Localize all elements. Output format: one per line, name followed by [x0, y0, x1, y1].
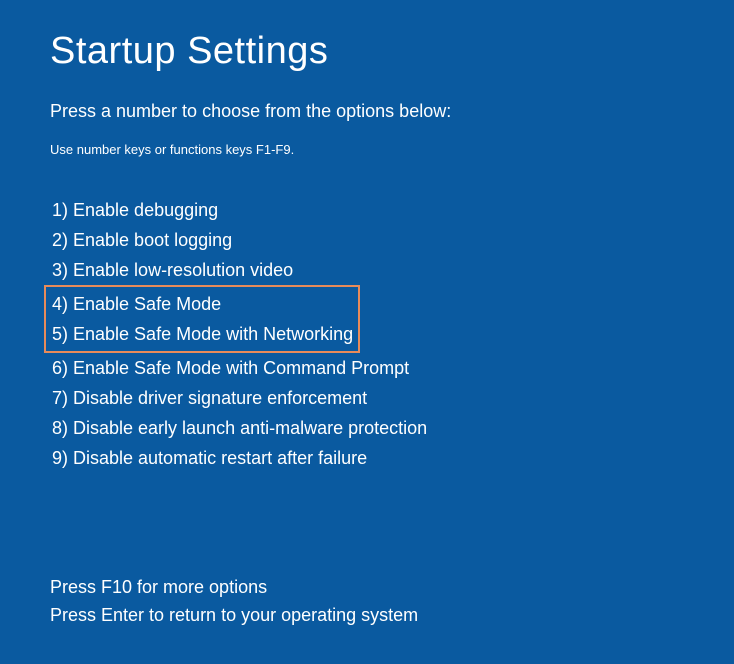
options-list: 1) Enable debugging 2) Enable boot loggi…	[50, 195, 684, 473]
page-title: Startup Settings	[50, 30, 684, 73]
option-9[interactable]: 9) Disable automatic restart after failu…	[50, 443, 684, 473]
option-2[interactable]: 2) Enable boot logging	[50, 225, 684, 255]
option-1[interactable]: 1) Enable debugging	[50, 195, 684, 225]
highlighted-options: 4) Enable Safe Mode 5) Enable Safe Mode …	[44, 285, 360, 353]
option-4[interactable]: 4) Enable Safe Mode	[50, 289, 354, 319]
option-6[interactable]: 6) Enable Safe Mode with Command Prompt	[50, 353, 684, 383]
return-text: Press Enter to return to your operating …	[50, 601, 684, 629]
option-8[interactable]: 8) Disable early launch anti-malware pro…	[50, 413, 684, 443]
hint-text: Use number keys or functions keys F1-F9.	[50, 142, 684, 157]
instruction-text: Press a number to choose from the option…	[50, 101, 684, 122]
option-3[interactable]: 3) Enable low-resolution video	[50, 255, 684, 285]
more-options-text: Press F10 for more options	[50, 573, 684, 601]
option-7[interactable]: 7) Disable driver signature enforcement	[50, 383, 684, 413]
option-5[interactable]: 5) Enable Safe Mode with Networking	[50, 319, 354, 349]
footer-instructions: Press F10 for more options Press Enter t…	[50, 573, 684, 629]
